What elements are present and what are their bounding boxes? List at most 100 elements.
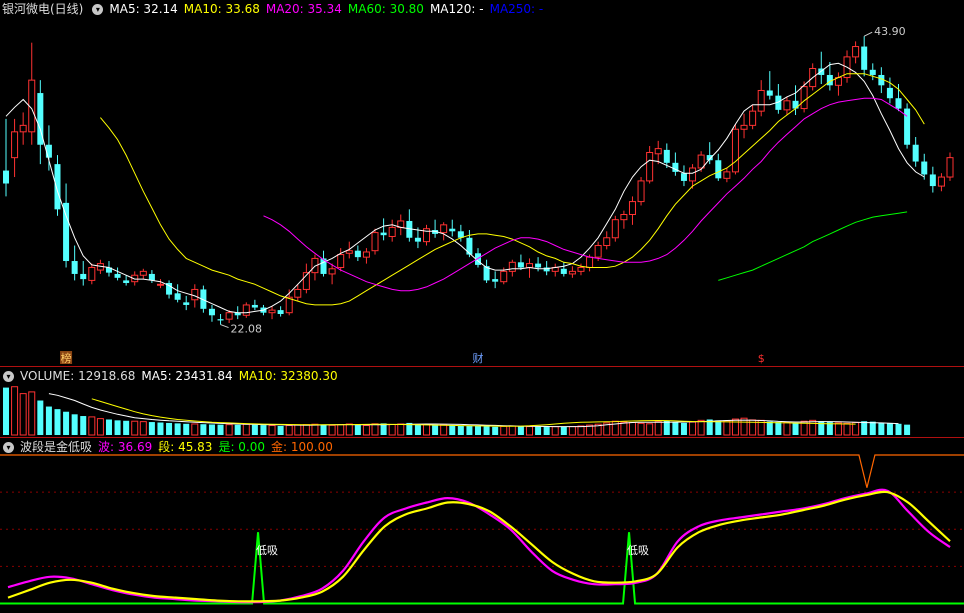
volume-bar xyxy=(663,420,670,435)
candle-body xyxy=(80,273,87,280)
volume-bar xyxy=(483,426,490,435)
volume-bar xyxy=(628,422,636,436)
volume-bar xyxy=(466,425,473,435)
volume-bar xyxy=(345,423,353,436)
volume-bar xyxy=(371,423,379,436)
indicator-chart[interactable]: 低吸 低吸 xyxy=(0,438,964,613)
volume-bar xyxy=(508,425,516,436)
candle-body xyxy=(792,100,799,109)
volume-bar xyxy=(637,422,645,436)
candle-body xyxy=(663,149,670,163)
candle-body xyxy=(88,266,96,281)
candle-body xyxy=(689,167,697,182)
volume-bar xyxy=(80,416,87,435)
candle-body xyxy=(225,312,233,320)
candle-body xyxy=(594,245,602,258)
volume-bar xyxy=(525,426,533,436)
jin-line xyxy=(0,454,964,488)
volume-bar xyxy=(45,406,52,435)
shi-line xyxy=(0,532,964,605)
candle-body xyxy=(715,160,722,179)
volume-bar xyxy=(2,387,10,435)
volume-bar xyxy=(320,424,327,435)
candle-body xyxy=(449,228,456,232)
volume-bar xyxy=(672,422,679,435)
candle-body xyxy=(242,304,250,316)
candle-body xyxy=(294,288,302,298)
volume-bar xyxy=(242,423,250,436)
volume-bar xyxy=(775,422,782,435)
candle-body xyxy=(440,224,448,234)
volume-bar xyxy=(397,423,405,436)
volume-bar xyxy=(131,420,139,436)
candle-body xyxy=(492,279,499,282)
volume-bar xyxy=(740,417,748,436)
volume-bar xyxy=(568,426,576,436)
volume-bar xyxy=(895,423,902,435)
candle-body xyxy=(388,226,396,237)
candle-body xyxy=(895,98,902,109)
candle-body xyxy=(183,302,190,305)
candle-body xyxy=(217,319,224,321)
volume-bar xyxy=(843,422,851,436)
candle-body xyxy=(937,176,945,187)
candle-body xyxy=(208,308,215,316)
low-pointer xyxy=(220,324,229,329)
volume-bar xyxy=(200,424,207,435)
volume-bar xyxy=(217,424,224,435)
volume-bar xyxy=(294,424,302,436)
candle-body xyxy=(637,180,645,203)
volume-bar xyxy=(88,416,96,436)
volume-bar xyxy=(388,423,396,436)
candle-body xyxy=(757,89,765,112)
volume-chart[interactable] xyxy=(0,367,964,437)
volume-bar xyxy=(191,423,199,436)
candlestick-chart[interactable]: 43.90 22.08 榜 财 $ xyxy=(0,0,964,366)
candle-body xyxy=(337,254,345,268)
candle-body xyxy=(345,250,353,254)
candle-body xyxy=(946,157,954,178)
volume-bar xyxy=(285,425,293,436)
candle-body xyxy=(731,128,739,173)
candle-body xyxy=(508,261,516,272)
candle-body xyxy=(414,237,421,242)
candle-body xyxy=(54,164,61,210)
candle-body xyxy=(861,46,868,70)
volume-bar xyxy=(611,420,619,436)
candle-body xyxy=(628,201,636,216)
volume-bar xyxy=(904,424,911,435)
event-marker-1: 财 xyxy=(473,351,484,365)
volume-bar xyxy=(449,425,456,435)
volume-bar xyxy=(28,391,36,436)
candle-body xyxy=(354,250,361,258)
candle-body xyxy=(680,173,687,181)
volume-bar xyxy=(11,386,19,436)
volume-bar xyxy=(440,424,448,436)
volume-bar xyxy=(492,426,499,435)
candle-body xyxy=(929,174,936,187)
candle-body xyxy=(749,110,757,126)
candle-body xyxy=(123,280,130,283)
volume-bar xyxy=(302,424,310,436)
candle-body xyxy=(886,87,893,99)
candle-body xyxy=(371,232,379,252)
indicator-panel: ▾ 波段是金低吸 波: 36.69 段: 45.83 是: 0.00 金: 100.00 … xyxy=(0,438,964,613)
candle-body xyxy=(328,268,336,275)
volume-bar xyxy=(697,419,705,436)
candle-body xyxy=(800,86,808,110)
volume-bar xyxy=(208,424,215,435)
candle-body xyxy=(174,293,181,300)
volume-bar xyxy=(19,393,27,436)
volume-bar xyxy=(731,418,739,436)
volume-bar xyxy=(260,425,267,435)
volume-bar xyxy=(783,422,791,436)
volume-bar xyxy=(54,409,61,435)
volume-bar xyxy=(225,424,233,436)
candle-body xyxy=(620,214,628,221)
low-price-label: 22.08 xyxy=(231,323,263,336)
candle-body xyxy=(869,69,876,75)
volume-bar xyxy=(620,421,628,436)
volume-bar xyxy=(432,424,439,435)
volume-bar xyxy=(148,422,155,435)
candle-body xyxy=(852,46,860,58)
